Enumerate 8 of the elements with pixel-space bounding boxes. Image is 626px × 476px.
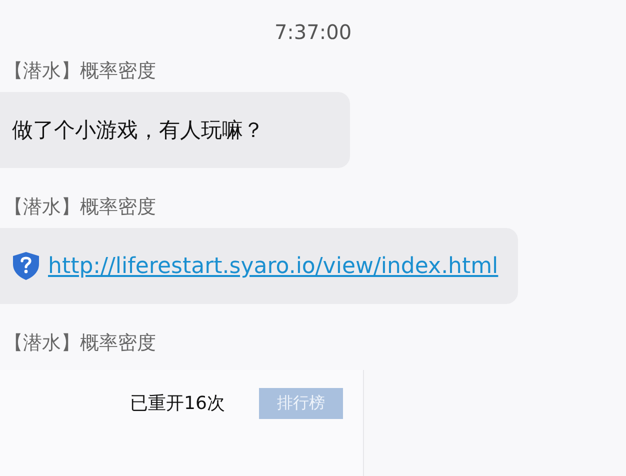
sender-name: 【潜水】概率密度 — [4, 331, 156, 356]
link[interactable]: http://liferestart.syaro.io/view/index.html — [48, 254, 498, 278]
message-bubble: 做了个小游戏，有人玩嘛？ — [0, 92, 350, 168]
shield-question-icon — [12, 251, 40, 281]
sender-name: 【潜水】概率密度 — [4, 59, 156, 84]
sender-name: 【潜水】概率密度 — [4, 195, 156, 220]
restart-count: 已重开16次 — [130, 392, 225, 415]
timestamp: 7:37:00 — [274, 20, 352, 44]
